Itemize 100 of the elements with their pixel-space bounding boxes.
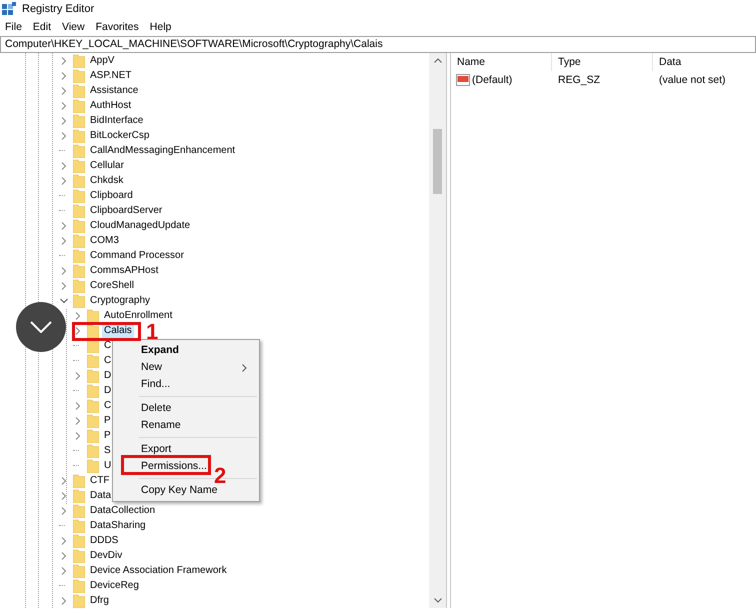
tree-item[interactable]: Cryptography [88, 293, 152, 308]
tree-item[interactable]: U [102, 458, 114, 473]
tree-item[interactable]: Data [88, 488, 114, 503]
value-name: (Default) [472, 74, 512, 86]
scrollbar[interactable] [429, 53, 446, 608]
tree-item[interactable]: C [102, 353, 114, 368]
tree-item[interactable]: CoreShell [88, 278, 136, 293]
folder-icon [73, 594, 85, 608]
folder-icon [87, 414, 99, 428]
scroll-up-icon[interactable] [434, 58, 442, 63]
folder-icon [73, 248, 85, 262]
tree-item[interactable]: ASP.NET [88, 68, 134, 83]
folder-icon [87, 458, 99, 472]
menu-item[interactable]: Favorites [96, 20, 139, 32]
registry-icon [2, 2, 16, 16]
folder-icon [73, 54, 85, 68]
folder-icon [73, 144, 85, 158]
tree-item[interactable]: Command Processor [88, 248, 186, 263]
folder-icon [73, 188, 85, 202]
folder-icon [73, 488, 85, 502]
tree-item[interactable]: COM3 [88, 233, 121, 248]
folder-icon [73, 68, 85, 82]
folder-icon [87, 398, 99, 412]
folder-icon [73, 128, 85, 142]
context-menu-item[interactable]: Delete [137, 400, 176, 417]
folder-icon [87, 354, 99, 368]
tree-item[interactable]: C [102, 338, 114, 353]
folder-icon [73, 518, 85, 532]
folder-icon [73, 98, 85, 112]
folder-icon [73, 264, 85, 278]
folder-icon [87, 444, 99, 458]
folder-icon [87, 384, 99, 398]
folder-icon [73, 158, 85, 172]
tree-item[interactable]: Cellular [88, 158, 126, 173]
tree-item[interactable]: DataSharing [88, 518, 148, 533]
folder-icon [87, 368, 99, 382]
tree-item[interactable]: DeviceReg [88, 578, 141, 593]
folder-icon [73, 564, 85, 578]
tree-item[interactable]: AuthHost [88, 98, 134, 113]
tree-item[interactable]: Assistance [88, 83, 140, 98]
step-number: 1 [146, 321, 158, 343]
folder-icon [87, 308, 99, 322]
folder-icon [73, 578, 85, 592]
chevron-right-icon[interactable] [74, 372, 82, 380]
address-field[interactable]: Computer\HKEY_LOCAL_MACHINE\SOFTWARE\Microsoft\Cryptography\Calais [0, 36, 756, 53]
window-title: Registry Editor [22, 3, 94, 15]
menu-item[interactable]: View [62, 20, 85, 32]
menu-item[interactable]: Edit [32, 20, 52, 32]
folder-icon [73, 114, 85, 128]
table-cell-text: (value not set) [658, 74, 726, 86]
highlight-frame [72, 322, 141, 341]
tree-item[interactable]: D [102, 383, 114, 398]
column-header[interactable]: Type [552, 53, 653, 71]
tree-item[interactable]: Chkdsk [88, 173, 126, 188]
context-menu-item[interactable]: Permissions... [137, 458, 211, 475]
tree-item[interactable]: CTF [88, 473, 112, 488]
folder-icon [73, 84, 85, 98]
tree-item[interactable]: DataCollection [88, 503, 158, 518]
tree-item[interactable]: P [102, 413, 113, 428]
menu-item[interactable]: File [5, 20, 22, 32]
context-menu-item[interactable]: Find... [137, 376, 174, 393]
chevron-right-icon[interactable] [60, 596, 68, 604]
scroll-thumb[interactable] [433, 129, 442, 194]
tree-item[interactable]: Clipboard [88, 188, 135, 203]
tree-item[interactable]: CommsAPHost [88, 263, 160, 278]
folder-icon [73, 218, 85, 232]
chevron-down-icon[interactable] [60, 296, 68, 304]
column-header[interactable]: Data [653, 53, 756, 71]
chevron-down-icon [30, 321, 52, 333]
tree-item[interactable]: DDDS [88, 533, 120, 548]
tree-item[interactable]: Device Association Framework [88, 563, 229, 578]
tree-item[interactable]: AutoEnrollment [102, 308, 174, 323]
context-menu-item[interactable]: Export [137, 441, 176, 458]
context-menu-item[interactable]: Rename [137, 417, 185, 434]
tree-item[interactable]: S [102, 443, 113, 458]
context-menu-item[interactable]: New [137, 359, 257, 376]
scroll-down-icon[interactable] [434, 598, 442, 603]
folder-icon [73, 278, 85, 292]
folder-icon [73, 234, 85, 248]
menu-item[interactable]: Help [150, 20, 172, 32]
folder-icon [73, 294, 85, 308]
column-header[interactable]: Name [451, 53, 552, 71]
folder-icon [87, 428, 99, 442]
tree-item[interactable]: P [102, 428, 113, 443]
string-value-icon [456, 74, 470, 86]
tree-item[interactable]: C [102, 398, 114, 413]
tree-item[interactable]: DevDiv [88, 548, 124, 563]
tree-item[interactable]: AppV [88, 53, 116, 68]
tree-item[interactable]: BitLockerCsp [88, 128, 152, 143]
folder-icon [73, 504, 85, 518]
folder-icon [87, 324, 99, 338]
tree-item[interactable]: CloudManagedUpdate [88, 218, 192, 233]
folder-icon [73, 204, 85, 218]
context-menu-item[interactable]: Expand [137, 342, 183, 359]
tree-item[interactable]: BidInterface [88, 113, 146, 128]
tree-item[interactable]: D [102, 368, 114, 383]
tree-item[interactable]: Dfrg [88, 593, 111, 608]
scroll-down-button[interactable] [16, 302, 66, 352]
tree-item[interactable]: ClipboardServer [88, 203, 164, 218]
tree-item[interactable]: CallAndMessagingEnhancement [88, 143, 238, 158]
